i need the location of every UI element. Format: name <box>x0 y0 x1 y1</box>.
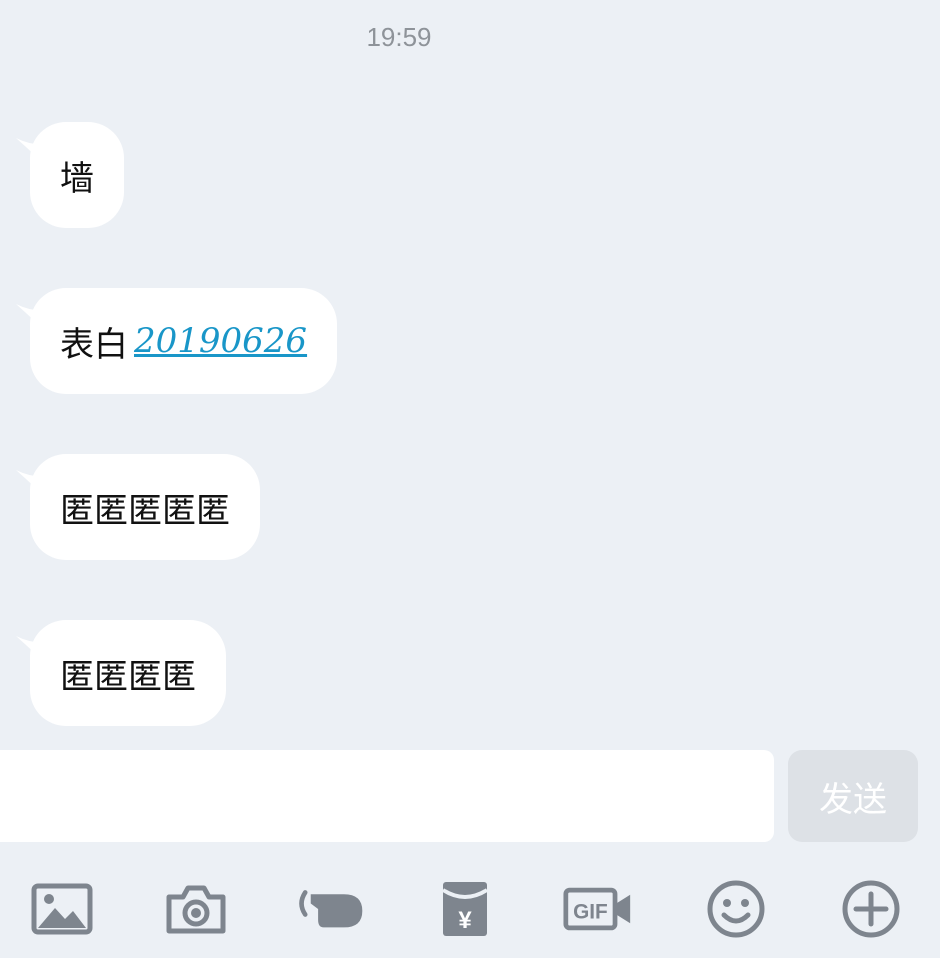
composer: 发送 <box>0 750 940 842</box>
message-bubble[interactable]: 匿匿匿匿匿 <box>16 454 260 560</box>
image-icon[interactable] <box>27 874 97 944</box>
message-text: 表白 <box>60 324 128 365</box>
gif-label: GIF <box>573 900 608 923</box>
message-text: 匿匿匿匿匿 <box>60 490 230 531</box>
camera-icon[interactable] <box>161 874 231 944</box>
gif-icon[interactable]: GIF <box>563 874 633 944</box>
message-input[interactable] <box>0 750 774 842</box>
emoji-icon[interactable] <box>701 874 771 944</box>
message-text: 匿匿匿匿 <box>60 656 196 697</box>
message-bubble[interactable]: 表白 20190626 <box>16 288 338 394</box>
bubble-tail <box>16 470 48 500</box>
message-text: 墙 <box>60 158 94 199</box>
bubble-tail <box>16 138 48 168</box>
message-list[interactable]: 墙 表白 20190626 匿匿匿匿匿 匿匿匿匿 <box>0 0 940 748</box>
bubble-tail <box>16 304 48 334</box>
input-toolbar: ¥ GIF <box>0 860 940 958</box>
message-bubble[interactable]: 匿匿匿匿 <box>16 620 226 726</box>
plus-icon[interactable] <box>836 874 906 944</box>
message-bubble[interactable]: 墙 <box>16 122 124 228</box>
bubble-tail <box>16 636 48 666</box>
send-button[interactable]: 发送 <box>788 750 918 842</box>
yen-symbol: ¥ <box>458 907 472 934</box>
red-packet-icon[interactable]: ¥ <box>430 874 500 944</box>
message-link[interactable]: 20190626 <box>134 321 307 361</box>
poke-icon[interactable] <box>296 874 366 944</box>
